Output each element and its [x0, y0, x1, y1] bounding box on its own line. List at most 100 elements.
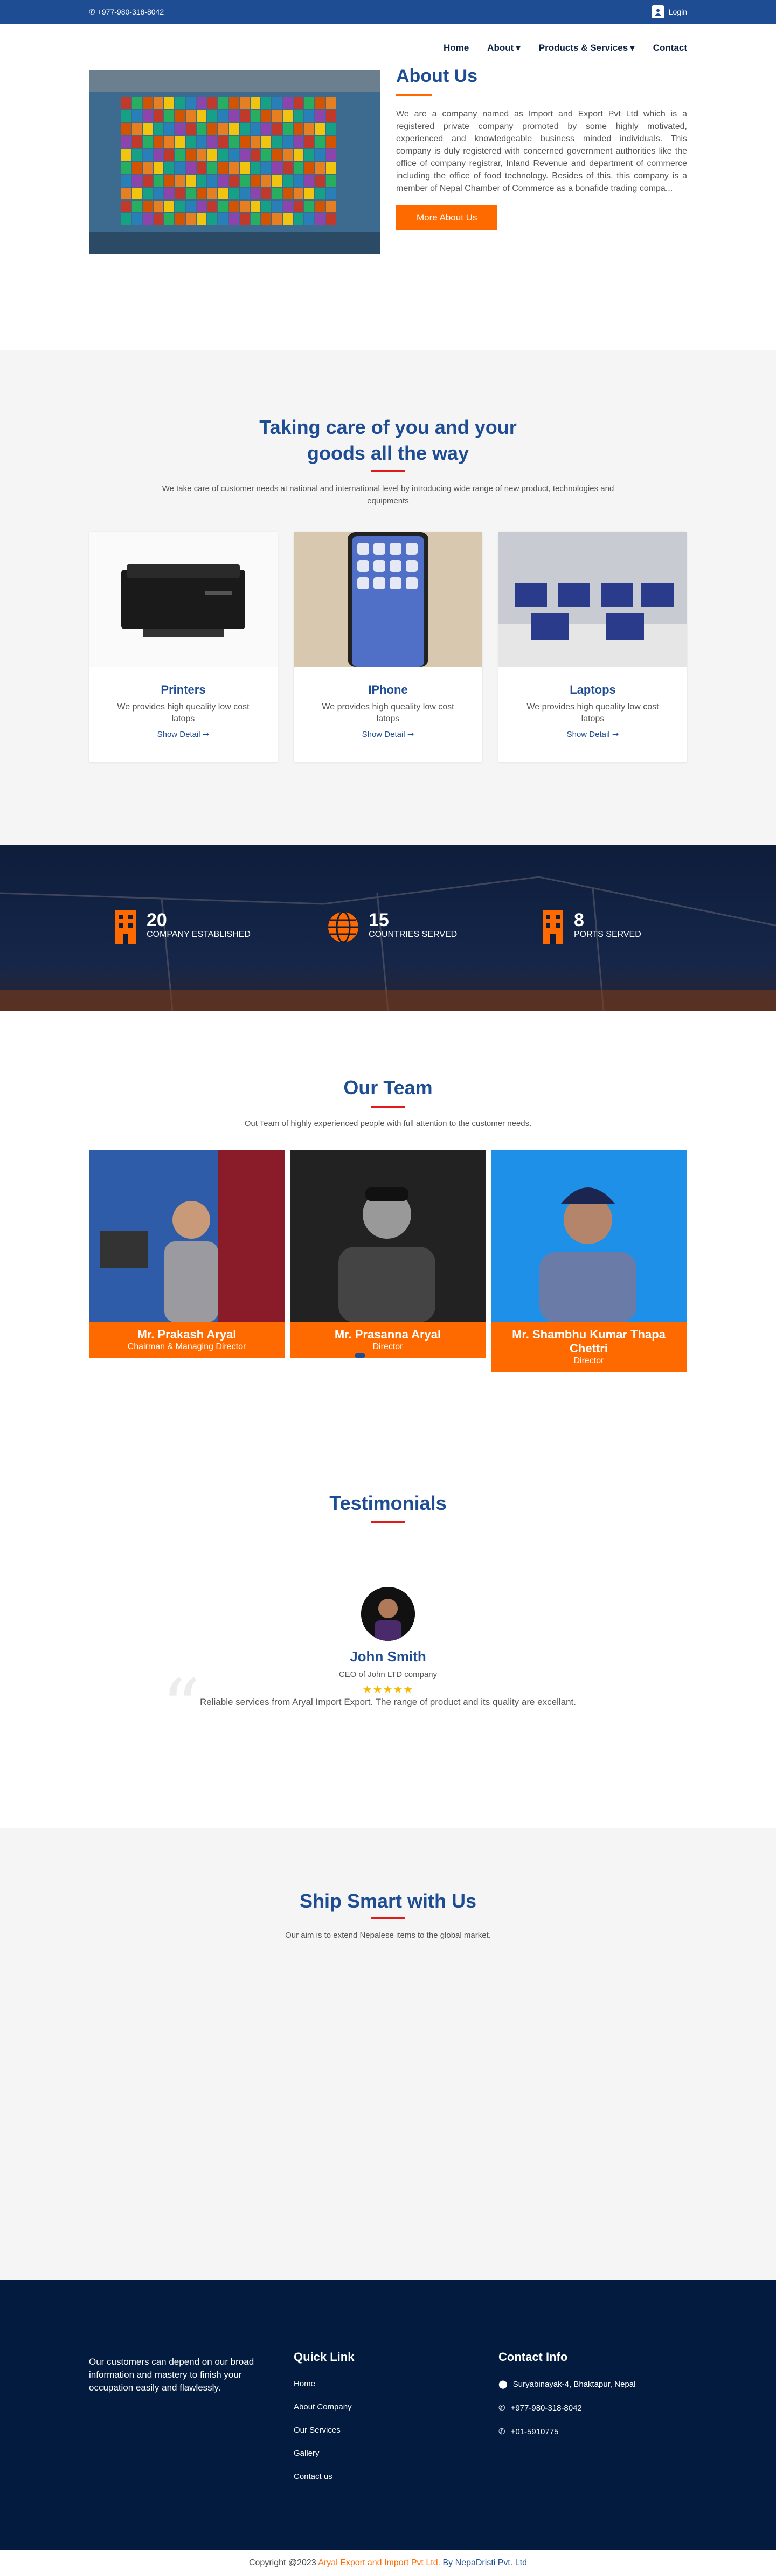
footer-link-services[interactable]: Our Services	[294, 2426, 354, 2435]
phone-icon: ✆	[498, 2404, 505, 2413]
chevron-down-icon: ▾	[516, 43, 521, 53]
about-title: About Us	[396, 66, 478, 86]
nav-home[interactable]: Home	[444, 43, 469, 53]
product-desc: We provides high queality low cost latop…	[117, 702, 250, 723]
title-underline	[371, 1521, 405, 1523]
product-name: Laptops	[570, 683, 616, 696]
member-role: Director	[573, 1356, 604, 1365]
footer-contact: Contact Info ⬤ Suryabinayak-4, Bhaktapur,…	[498, 2350, 635, 2450]
footer-link-gallery[interactable]: Gallery	[294, 2449, 354, 2458]
footer-link-home[interactable]: Home	[294, 2379, 354, 2388]
phone-icon: ✆	[89, 7, 95, 16]
member-name: Mr. Shambhu Kumar Thapa Chettri	[512, 1328, 666, 1355]
login-button[interactable]: Login	[651, 5, 687, 18]
chevron-down-icon: ▾	[630, 43, 635, 53]
footer-link-contact[interactable]: Contact us	[294, 2472, 354, 2481]
about-image-container-ship	[89, 70, 380, 254]
stat-value: 20	[147, 910, 167, 930]
member-photo	[89, 1150, 285, 1322]
carousel-dot[interactable]	[371, 1353, 382, 1358]
building-icon	[113, 910, 138, 947]
footer-phone-2[interactable]: ✆ +01-5910775	[498, 2427, 635, 2437]
member-name: Mr. Prakash Aryal	[137, 1328, 237, 1341]
user-icon	[651, 5, 664, 18]
product-name: IPhone	[368, 683, 408, 696]
member-photo	[290, 1150, 486, 1322]
main-nav: Home About ▾ Products & Services ▾ Contact	[0, 24, 776, 72]
ship-subtitle: Our aim is to extend Nepalese items to t…	[285, 1931, 491, 1940]
carousel-dot[interactable]	[403, 1353, 414, 1358]
title-underline	[396, 94, 432, 96]
team-member-card[interactable]: Mr. Shambhu Kumar Thapa Chettri Director	[491, 1150, 687, 1372]
quote-icon: “	[162, 1663, 200, 1751]
printer-image	[89, 532, 278, 667]
testimonial-name: John Smith	[350, 1648, 426, 1665]
iphone-image	[294, 532, 482, 667]
nav-about-label: About	[487, 43, 514, 53]
product-card-printers[interactable]: Printers We provides high queality low c…	[89, 532, 278, 762]
copyright-prefix: Copyright @2023	[248, 2558, 318, 2567]
product-desc: We provides high queality low cost latop…	[322, 702, 454, 723]
ship-title: Ship Smart with Us	[299, 1890, 477, 1912]
arrow-right-icon: ➞	[202, 730, 210, 739]
nav-about[interactable]: About ▾	[487, 43, 521, 53]
member-photo	[491, 1150, 687, 1322]
about-body: We are a company named as Import and Exp…	[396, 109, 687, 193]
show-detail-link[interactable]: Show Detail ➞	[294, 729, 482, 739]
ship-section: Ship Smart with Us Our aim is to extend …	[0, 1828, 776, 2280]
show-detail-link[interactable]: Show Detail ➞	[89, 729, 278, 739]
arrow-right-icon: ➞	[407, 730, 414, 739]
show-detail-label: Show Detail	[157, 730, 200, 739]
laptops-image	[498, 532, 687, 667]
product-desc: We provides high queality low cost latop…	[526, 702, 659, 723]
products-section: Taking care of you and your goods all th…	[0, 350, 776, 845]
footer-contact-title: Contact Info	[498, 2350, 568, 2364]
login-label: Login	[668, 8, 687, 16]
phone-text: +977-980-318-8042	[510, 2403, 582, 2413]
footer-about: Our customers can depend on our broad in…	[89, 2357, 254, 2393]
product-card-laptops[interactable]: Laptops We provides high queality low co…	[498, 532, 687, 762]
stat-ports: 8 PORTS SERVED	[541, 910, 641, 947]
company-link[interactable]: Aryal Export and Import Pvt Ltd.	[318, 2558, 440, 2567]
top-phone-text: +977-980-318-8042	[97, 8, 164, 16]
copyright-by: By	[440, 2558, 455, 2567]
globe-icon	[327, 910, 360, 947]
team-member-card[interactable]: Mr. Prakash Aryal Chairman & Managing Dir…	[89, 1150, 285, 1358]
stat-countries: 15 COUNTRIES SERVED	[327, 910, 457, 947]
footer: Our customers can depend on our broad in…	[0, 2280, 776, 2550]
copyright-bar: Copyright @2023 Aryal Export and Import …	[0, 2550, 776, 2576]
top-phone[interactable]: ✆ +977-980-318-8042	[89, 8, 164, 17]
products-subtitle: We take care of customer needs at nation…	[162, 484, 614, 506]
product-name: Printers	[161, 683, 206, 696]
testimonial-role: CEO of John LTD company	[338, 1670, 438, 1679]
show-detail-label: Show Detail	[566, 730, 610, 739]
title-underline	[371, 1917, 405, 1919]
stat-label: COUNTRIES SERVED	[369, 930, 458, 939]
stat-label: PORTS SERVED	[574, 930, 641, 939]
stat-established: 20 COMPANY ESTABLISHED	[113, 910, 251, 947]
footer-address: ⬤ Suryabinayak-4, Bhaktapur, Nepal	[498, 2379, 635, 2389]
carousel-dots	[355, 1353, 414, 1358]
stat-label: COMPANY ESTABLISHED	[147, 930, 251, 939]
team-section: Our Team Out Team of highly experienced …	[0, 1011, 776, 1470]
address-text: Suryabinayak-4, Bhaktapur, Nepal	[512, 2379, 636, 2389]
stats-section: 20 COMPANY ESTABLISHED 15 COUNTRIES SERVED…	[0, 845, 776, 1011]
nav-contact[interactable]: Contact	[653, 43, 687, 53]
footer-quick-links: Quick Link Home About Company Our Servic…	[294, 2350, 354, 2495]
star-rating-icon: ★★★★★	[362, 1684, 414, 1696]
more-about-button[interactable]: More About Us	[396, 205, 498, 230]
developer-link[interactable]: NepaDristi Pvt. Ltd	[455, 2558, 527, 2567]
team-member-card[interactable]: Mr. Prasanna Aryal Director	[290, 1150, 486, 1358]
footer-phone-1[interactable]: ✆ +977-980-318-8042	[498, 2403, 635, 2413]
carousel-dot[interactable]	[387, 1353, 398, 1358]
product-card-iphone[interactable]: IPhone We provides high queality low cos…	[294, 532, 482, 762]
nav-contact-label: Contact	[653, 43, 687, 53]
footer-link-about[interactable]: About Company	[294, 2402, 354, 2412]
show-detail-link[interactable]: Show Detail ➞	[498, 729, 687, 739]
nav-products[interactable]: Products & Services ▾	[539, 43, 635, 53]
member-role: Director	[372, 1342, 403, 1351]
title-underline	[371, 1106, 405, 1108]
show-detail-label: Show Detail	[362, 730, 405, 739]
carousel-dot[interactable]	[355, 1353, 365, 1358]
products-title: Taking care of you and your goods all th…	[259, 416, 517, 464]
